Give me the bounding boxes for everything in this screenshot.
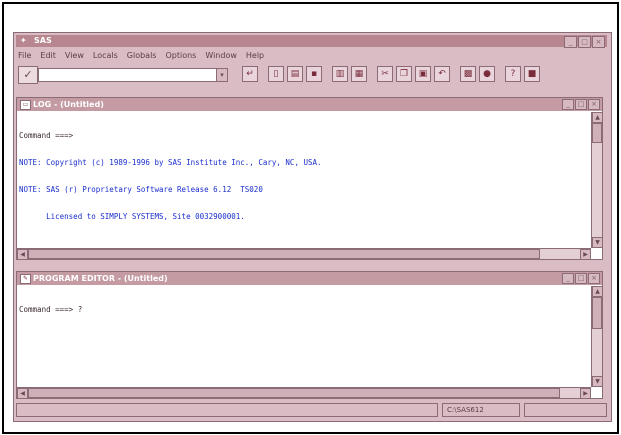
menu-window[interactable]: Window [205, 50, 237, 61]
command-dropdown-button[interactable]: ▾ [216, 68, 228, 82]
editor-horizontal-scrollbar[interactable]: ◀ ▶ [17, 387, 591, 399]
log-scroll-right-arrow[interactable]: ▶ [580, 249, 591, 260]
help-icon[interactable]: ? [505, 66, 521, 82]
log-window: ▭ LOG - (Untitled) _ □ × Command ===> NO… [16, 97, 603, 260]
status-bar: C:\SAS612 [16, 401, 607, 417]
editor-scroll-down-arrow[interactable]: ▼ [592, 376, 603, 387]
library-icon[interactable]: ▩ [460, 66, 476, 82]
editor-close-button[interactable]: × [588, 273, 600, 284]
maximize-button[interactable]: □ [578, 36, 591, 48]
cut-icon[interactable]: ✂ [377, 66, 393, 82]
log-scroll-down-arrow[interactable]: ▼ [592, 237, 603, 248]
status-panel-extra [524, 403, 607, 417]
log-scroll-left-arrow[interactable]: ◀ [17, 249, 28, 260]
print-preview-icon[interactable]: ▦ [351, 66, 367, 82]
open-icon[interactable]: ▤ [287, 66, 303, 82]
editor-hscroll-thumb[interactable] [28, 388, 560, 398]
editor-scroll-left-arrow[interactable]: ◀ [17, 388, 28, 399]
log-scroll-up-arrow[interactable]: ▲ [592, 112, 603, 123]
app-title: SAS [34, 36, 52, 45]
stop-icon[interactable]: ■ [524, 66, 540, 82]
menu-locals[interactable]: Locals [93, 50, 118, 61]
toolbar: ✓ ▾ ↵ ▯ ▤ ▪ ▥ ▦ ✂ ❐ ▣ ↶ ▩ ● ? ■ [16, 64, 607, 84]
editor-title: PROGRAM EDITOR - (Untitled) [33, 274, 168, 283]
status-path: C:\SAS612 [447, 406, 484, 414]
copy-icon[interactable]: ❐ [396, 66, 412, 82]
menu-options[interactable]: Options [165, 50, 196, 61]
log-scroll-thumb[interactable] [592, 123, 602, 143]
checkmark-button[interactable]: ✓ [18, 66, 38, 84]
log-titlebar[interactable]: ▭ LOG - (Untitled) _ □ × [17, 98, 602, 111]
log-vertical-scrollbar[interactable]: ▲ ▼ [591, 112, 603, 248]
editor-scroll-up-arrow[interactable]: ▲ [592, 286, 603, 297]
explorer-icon[interactable]: ● [479, 66, 495, 82]
log-window-icon: ▭ [20, 100, 31, 110]
editor-content[interactable]: Command ===> ? [19, 287, 589, 384]
menu-help[interactable]: Help [246, 50, 264, 61]
log-note-3: Licensed to SIMPLY SYSTEMS, Site 0032900… [19, 212, 245, 221]
screenshot-frame: ✦ SAS _ □ × File Edit View Locals Global… [2, 2, 619, 434]
log-note-1: NOTE: Copyright (c) 1989-1996 by SAS Ins… [19, 158, 322, 167]
log-hscroll-thumb[interactable] [28, 249, 540, 259]
new-icon[interactable]: ▯ [268, 66, 284, 82]
save-icon[interactable]: ▪ [306, 66, 322, 82]
log-note-2: NOTE: SAS (r) Proprietary Software Relea… [19, 185, 263, 194]
submit-icon[interactable]: ↵ [242, 66, 258, 82]
menu-edit[interactable]: Edit [40, 50, 56, 61]
log-command-line[interactable]: Command ===> [19, 131, 589, 140]
log-horizontal-scrollbar[interactable]: ◀ ▶ [17, 248, 591, 260]
log-maximize-button[interactable]: □ [575, 99, 587, 110]
minimize-button[interactable]: _ [564, 36, 577, 48]
editor-command-line[interactable]: Command ===> ? [19, 305, 589, 314]
status-panel-message [16, 403, 438, 417]
editor-titlebar[interactable]: ✎ PROGRAM EDITOR - (Untitled) _ □ × [17, 272, 602, 285]
editor-minimize-button[interactable]: _ [562, 273, 574, 284]
menu-file[interactable]: File [18, 50, 31, 61]
app-titlebar[interactable]: ✦ SAS _ □ × [16, 35, 607, 48]
log-minimize-button[interactable]: _ [562, 99, 574, 110]
editor-maximize-button[interactable]: □ [575, 273, 587, 284]
log-close-button[interactable]: × [588, 99, 600, 110]
menu-view[interactable]: View [65, 50, 84, 61]
sas-icon: ✦ [20, 36, 27, 45]
log-title: LOG - (Untitled) [33, 100, 104, 109]
menu-bar: File Edit View Locals Globals Options Wi… [16, 50, 264, 61]
menu-globals[interactable]: Globals [127, 50, 157, 61]
program-editor-window: ✎ PROGRAM EDITOR - (Untitled) _ □ × Comm… [16, 271, 603, 399]
editor-window-icon: ✎ [20, 274, 31, 284]
log-content[interactable]: Command ===> NOTE: Copyright (c) 1989-19… [19, 113, 589, 245]
undo-icon[interactable]: ↶ [434, 66, 450, 82]
editor-vertical-scrollbar[interactable]: ▲ ▼ [591, 286, 603, 387]
sas-application-window: ✦ SAS _ □ × File Edit View Locals Global… [13, 32, 612, 422]
status-panel-path: C:\SAS612 [442, 403, 520, 417]
close-button[interactable]: × [592, 36, 605, 48]
editor-scroll-right-arrow[interactable]: ▶ [580, 388, 591, 399]
print-icon[interactable]: ▥ [332, 66, 348, 82]
editor-scroll-thumb[interactable] [592, 297, 602, 329]
paste-icon[interactable]: ▣ [415, 66, 431, 82]
command-input[interactable] [38, 68, 225, 82]
